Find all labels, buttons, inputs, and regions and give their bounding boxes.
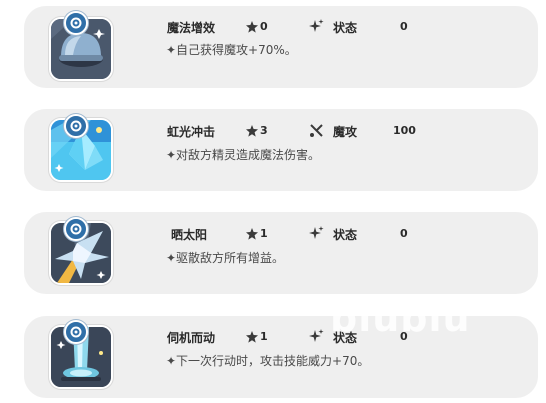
star-icon (246, 228, 258, 240)
skill-type-badge (64, 217, 88, 241)
gear-icon (70, 120, 82, 132)
sparkle-icon (309, 329, 324, 342)
sparkle-icon (309, 226, 324, 239)
gear-icon (70, 326, 82, 338)
star-level: 3 (260, 124, 268, 137)
star-level: 0 (260, 20, 268, 33)
sparkle-icon (309, 19, 324, 32)
stat-value: 100 (393, 124, 416, 137)
stat-label: 状态 (333, 228, 358, 242)
stat-value: 0 (400, 20, 408, 33)
stat-label: 魔攻 (333, 125, 358, 139)
star-icon (246, 331, 258, 343)
skill-description: ✦驱散敌方所有增益。 (166, 251, 285, 265)
skill-type-badge (64, 320, 88, 344)
star-level: 1 (260, 227, 268, 240)
watermark: biubiu (330, 296, 471, 340)
skill-type-badge (64, 11, 88, 35)
skill-description: ✦下一次行动时，攻击技能威力+70。 (166, 354, 370, 368)
skill-name: 伺机而动 (167, 331, 216, 345)
gear-icon (70, 223, 82, 235)
star-icon (246, 21, 258, 33)
star-icon (246, 125, 258, 137)
skill-description: ✦自己获得魔攻+70%。 (166, 43, 297, 57)
skill-name: 虹光冲击 (167, 125, 216, 139)
stat-value: 0 (400, 227, 408, 240)
stat-label: 状态 (333, 21, 358, 35)
skill-type-badge (64, 114, 88, 138)
skill-description: ✦对敌方精灵造成魔法伤害。 (166, 148, 321, 162)
skill-name: 魔法增效 (167, 21, 216, 35)
star-level: 1 (260, 330, 268, 343)
magic-attack-icon (310, 124, 323, 137)
gear-icon (70, 17, 82, 29)
skill-name: 晒太阳 (171, 228, 208, 242)
